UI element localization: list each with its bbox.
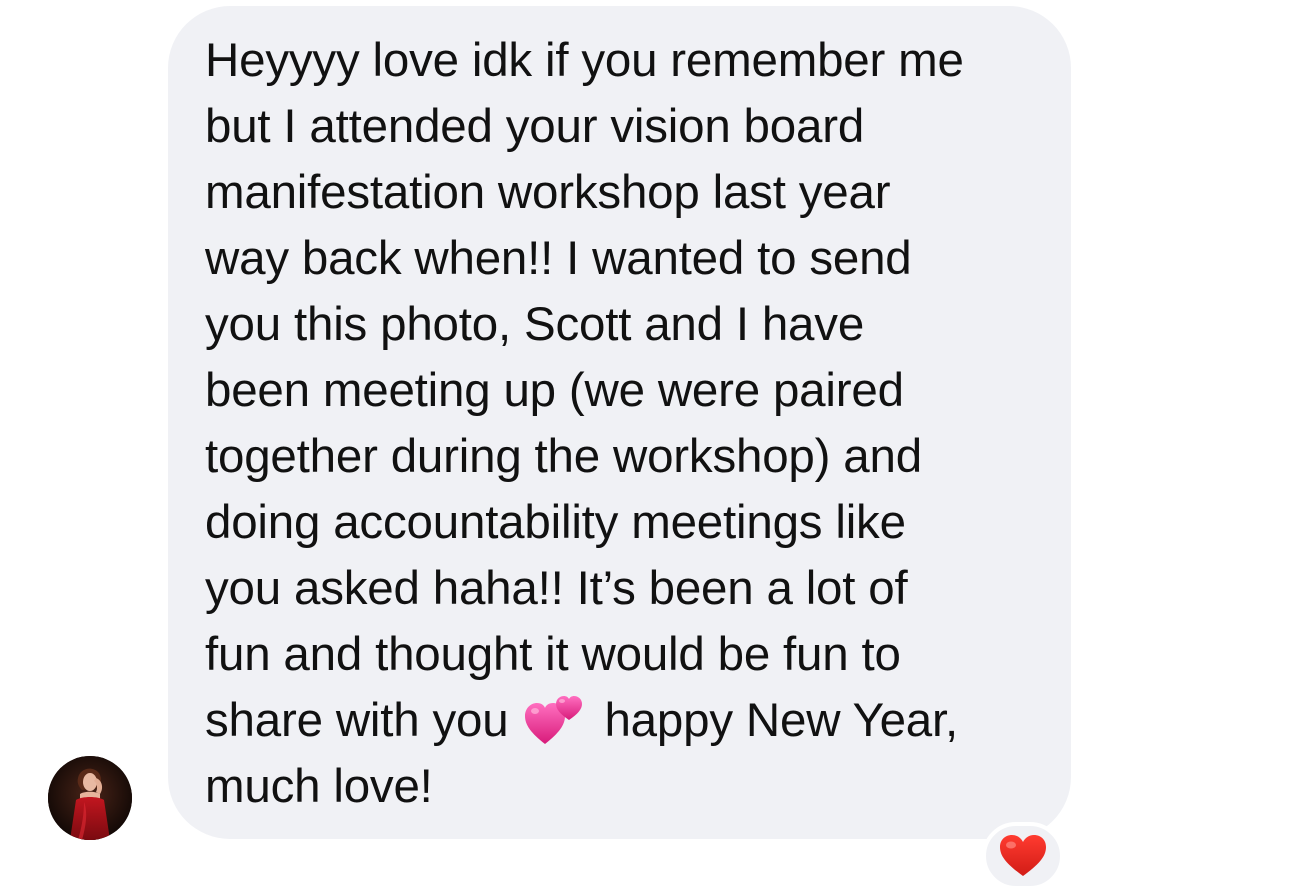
message-text-before-emoji: share with you [205,694,509,747]
avatar[interactable] [48,756,132,840]
message-line: way back when!! I wanted to send [205,232,912,285]
message-line-with-emoji: share with you happy New Year, [205,688,964,754]
message-line: manifestation workshop last year [205,166,891,219]
red-heart-icon [1000,835,1046,876]
message-line: been meeting up (we were paired [205,364,904,417]
message-line: you asked haha!! It’s been a lot of [205,562,908,615]
message-line: doing accountability meetings like [205,496,906,549]
message-line: much love! [205,760,433,813]
reaction-badge[interactable] [982,822,1064,890]
message-line: together during the workshop) and [205,430,922,483]
message-line: Heyyyy love idk if you remember me [205,34,964,87]
message-text: Heyyyy love idk if you remember me but I… [205,28,964,820]
message-text-after-emoji: happy New Year, [604,694,958,747]
message-line: but I attended your vision board [205,100,865,153]
two-hearts-icon [525,696,583,746]
message-line: fun and thought it would be fun to [205,628,901,681]
profile-photo [48,756,132,840]
message-line: you this photo, Scott and I have [205,298,865,351]
